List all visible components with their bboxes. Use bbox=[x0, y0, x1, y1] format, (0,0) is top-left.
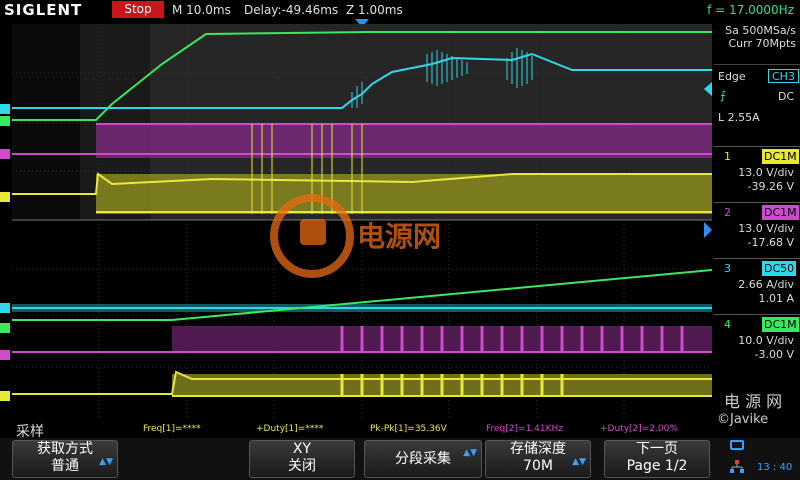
cycle-arrow-icon: ▲▼ bbox=[99, 457, 113, 467]
ch1-offset: -39.26 V bbox=[747, 180, 794, 193]
ch4-offset-marker[interactable] bbox=[0, 116, 10, 126]
ch4-coupling: DC1M bbox=[762, 317, 799, 332]
ch3-scale: 2.66 A/div bbox=[738, 278, 794, 291]
softkey-segmented[interactable]: 分段采集 ▲▼ bbox=[364, 440, 482, 478]
softkey-label: 下一页 bbox=[636, 441, 678, 457]
run-stop-indicator[interactable]: Stop bbox=[112, 1, 164, 18]
ch2-info-box[interactable]: 2 DC1M 13.0 V/div -17.68 V bbox=[714, 202, 800, 250]
ch3-offset: 1.01 A bbox=[758, 292, 794, 305]
measurement-item: Freq[1]=**** bbox=[143, 424, 201, 434]
brand-logo: SIGLENT bbox=[4, 1, 83, 19]
ch2-coupling: DC1M bbox=[762, 205, 799, 220]
trigger-info[interactable]: Edge CH3 ⨍ DC L 2.55A bbox=[714, 64, 800, 146]
trigger-level: L 2.55A bbox=[718, 111, 760, 124]
ch4-number: 4 bbox=[724, 318, 731, 331]
ch4-scale: 10.0 V/div bbox=[738, 334, 794, 347]
softkey-label: XY bbox=[292, 441, 312, 457]
measurement-bar: 采样 Freq[1]=**** +Duty[1]=**** Pk-Pk[1]=3… bbox=[0, 420, 714, 440]
softkey-memory-depth[interactable]: 存储深度 70M ▲▼ bbox=[485, 440, 591, 478]
network-icon bbox=[730, 460, 744, 473]
clock: 13 : 40 bbox=[757, 462, 793, 473]
ch1-offset-marker[interactable] bbox=[0, 192, 10, 202]
softkey-xy[interactable]: XY 关闭 bbox=[249, 440, 355, 478]
softkey-next-page[interactable]: 下一页 Page 1/2 bbox=[604, 440, 710, 478]
ch1-scale: 13.0 V/div bbox=[738, 166, 794, 179]
trigger-level-marker[interactable] bbox=[704, 82, 712, 96]
cycle-arrow-icon: ▲▼ bbox=[463, 448, 477, 458]
waveform-display[interactable]: 电源网 bbox=[12, 24, 712, 420]
ch4-offset: -3.00 V bbox=[754, 348, 794, 361]
ch2-envelope-main bbox=[96, 124, 712, 158]
ch3-offset-marker-zoom[interactable] bbox=[0, 303, 10, 313]
zoom-window-marker[interactable] bbox=[704, 222, 712, 238]
measurement-item: +Duty[2]=2.00% bbox=[600, 424, 678, 434]
ch3-coupling: DC50 bbox=[762, 261, 797, 276]
zoom-readout[interactable]: Z 1.00ms bbox=[346, 3, 403, 17]
ch2-scale: 13.0 V/div bbox=[738, 222, 794, 235]
ch1-number: 1 bbox=[724, 150, 731, 163]
ch2-offset-marker-zoom[interactable] bbox=[0, 350, 10, 360]
acquisition-info: Sa 500MSa/s Curr 70Mpts bbox=[714, 24, 800, 54]
measurement-item: Freq[2]=1.41KHz bbox=[486, 424, 563, 434]
ch1-offset-marker-zoom[interactable] bbox=[0, 391, 10, 401]
ch3-info-box[interactable]: 3 DC50 2.66 A/div 1.01 A bbox=[714, 258, 800, 306]
softkey-acquire-mode[interactable]: 获取方式 普通 ▲▼ bbox=[12, 440, 118, 478]
waveform-canvas: 电源网 bbox=[12, 24, 712, 420]
measurement-item: Pk-Pk[1]=35.36V bbox=[370, 424, 447, 434]
watermark-text-en: ©Javike bbox=[717, 412, 769, 427]
ch3-number: 3 bbox=[724, 262, 731, 275]
softkey-value: 关闭 bbox=[288, 458, 316, 474]
ch1-coupling: DC1M bbox=[762, 149, 799, 164]
ch4-offset-marker-zoom[interactable] bbox=[0, 323, 10, 333]
usb-icon bbox=[730, 440, 744, 450]
trigger-coupling: DC bbox=[778, 90, 795, 103]
ch2-number: 2 bbox=[724, 206, 731, 219]
softkey-value: Page 1/2 bbox=[626, 458, 688, 474]
ch2-offset-marker[interactable] bbox=[0, 149, 10, 159]
frequency-counter: f = 17.0000Hz bbox=[707, 3, 794, 17]
rising-edge-icon: ⨍ bbox=[720, 89, 726, 102]
sample-rate: Sa 500MSa/s bbox=[725, 24, 796, 37]
delay-readout[interactable]: Delay:-49.46ms bbox=[244, 3, 338, 17]
trigger-source: CH3 bbox=[768, 69, 799, 83]
ch3-offset-marker[interactable] bbox=[0, 104, 10, 114]
softkey-label: 分段采集 bbox=[395, 451, 451, 467]
ch4-info-box[interactable]: 4 DC1M 10.0 V/div -3.00 V bbox=[714, 314, 800, 362]
trigger-type: Edge bbox=[718, 70, 746, 83]
svg-text:电源网: 电源网 bbox=[357, 220, 441, 253]
right-info-panel: Sa 500MSa/s Curr 70Mpts Edge CH3 ⨍ DC L … bbox=[714, 24, 800, 424]
softkey-bar: 获取方式 普通 ▲▼ XY 关闭 分段采集 ▲▼ 存储深度 70M ▲▼ 下一页… bbox=[0, 438, 800, 480]
status-bar: SIGLENT Stop M 10.0ms Delay:-49.46ms Z 1… bbox=[0, 0, 800, 20]
memory-depth: Curr 70Mpts bbox=[728, 37, 796, 50]
cycle-arrow-icon: ▲▼ bbox=[572, 457, 586, 467]
ch2-offset: -17.68 V bbox=[747, 236, 794, 249]
ch1-info-box[interactable]: 1 DC1M 13.0 V/div -39.26 V bbox=[714, 146, 800, 194]
measurement-item: +Duty[1]=**** bbox=[256, 424, 324, 434]
timebase-readout[interactable]: M 10.0ms bbox=[172, 3, 231, 17]
watermark-text-cn: 电 源 网 bbox=[724, 392, 783, 411]
